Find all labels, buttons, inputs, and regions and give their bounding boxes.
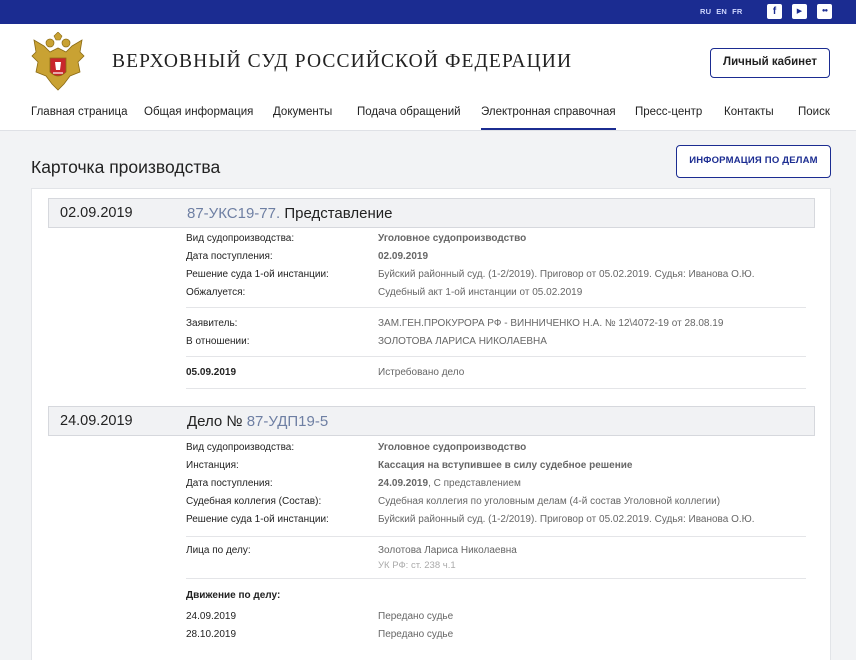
page-title: Карточка производства: [31, 157, 221, 177]
facebook-icon[interactable]: f: [767, 4, 782, 19]
field-row: Инстанция: Кассация на вступившее в силу…: [186, 460, 806, 476]
field-label: Инстанция:: [186, 460, 239, 471]
field-row: Судебная коллегия (Состав): Судебная кол…: [186, 496, 806, 512]
party-row: Заявитель: ЗАМ.ГЕН.ПРОКУРОРА РФ - ВИННИЧ…: [186, 318, 806, 334]
youtube-icon[interactable]: ▶: [792, 4, 807, 19]
field-label: Обжалуется:: [186, 287, 246, 298]
nav-search[interactable]: Поиск: [798, 106, 830, 118]
field-label: Решение суда 1-ой инстанции:: [186, 269, 329, 280]
case-info-button[interactable]: ИНФОРМАЦИЯ ПО ДЕЛАМ: [676, 145, 831, 178]
party-row: В отношении: ЗОЛОТОВА ЛАРИСА НИКОЛАЕВНА: [186, 336, 806, 352]
main-nav: Главная страница Общая информация Докуме…: [0, 106, 856, 131]
nav-contacts[interactable]: Контакты: [724, 106, 774, 118]
nav-general-info[interactable]: Общая информация: [144, 106, 253, 118]
case-kind: Представление: [280, 205, 393, 222]
field-row: Дата поступления: 24.09.2019, С представ…: [186, 478, 806, 494]
nav-documents[interactable]: Документы: [273, 106, 332, 118]
coat-of-arms-icon[interactable]: [30, 32, 86, 94]
site-header: ВЕРХОВНЫЙ СУД РОССИЙСКОЙ ФЕДЕРАЦИИ Личны…: [0, 24, 856, 131]
movement-date: 24.09.2019: [186, 611, 237, 622]
field-value: Буйский районный суд. (1-2/2019). Пригов…: [378, 269, 755, 280]
top-bar: RU EN FR f ▶ ●●: [0, 0, 856, 24]
field-value: Буйский районный суд. (1-2/2019). Пригов…: [378, 514, 755, 525]
event-row: 05.09.2019 Истребовано дело: [186, 367, 806, 383]
movement-header: Движение по делу:: [186, 590, 806, 606]
case-header: 24.09.2019 Дело № 87-УДП19-5: [48, 406, 815, 436]
person-row: Лица по делу: Золотова Лариса Николаевна: [186, 545, 806, 561]
movement-status: Передано судье: [378, 629, 454, 640]
proceedings-card: 02.09.2019 87-УКС19-77. Представление Ви…: [31, 188, 831, 660]
personal-cabinet-button[interactable]: Личный кабинет: [710, 48, 830, 78]
movement-row: 28.10.2019 Передано судье: [186, 629, 806, 645]
party-label: В отношении:: [186, 336, 250, 347]
nav-press-center[interactable]: Пресс-центр: [635, 106, 702, 118]
field-label: Судебная коллегия (Состав):: [186, 496, 322, 507]
flickr-icon[interactable]: ●●: [817, 4, 832, 19]
movement-date: 28.10.2019: [186, 629, 237, 640]
field-row: Обжалуется: Судебный акт 1-ой инстанции …: [186, 287, 806, 303]
case-date: 02.09.2019: [60, 205, 133, 221]
case-title: 87-УКС19-77. Представление: [187, 205, 392, 222]
divider: [186, 578, 806, 579]
divider: [186, 356, 806, 357]
language-switcher: RU EN FR: [700, 7, 742, 16]
field-label: Дата поступления:: [186, 478, 273, 489]
field-label: Вид судопроизводства:: [186, 442, 295, 453]
case-date: 24.09.2019: [60, 413, 133, 429]
lang-ru[interactable]: RU: [700, 7, 711, 16]
field-value: Судебная коллегия по уголовным делам (4-…: [378, 496, 721, 507]
field-row: Вид судопроизводства: Уголовное судопрои…: [186, 442, 806, 458]
case-prefix: Дело №: [187, 413, 247, 430]
field-row: Вид судопроизводства: Уголовное судопрои…: [186, 233, 806, 249]
field-value: Судебный акт 1-ой инстанции от 05.02.201…: [378, 287, 583, 298]
case-number-link[interactable]: 87-УДП19-5: [247, 413, 329, 430]
receipt-date: 24.09.2019: [378, 478, 429, 489]
lang-en[interactable]: EN: [716, 7, 727, 16]
field-label: Вид судопроизводства:: [186, 233, 295, 244]
field-row: Решение суда 1-ой инстанции: Буйский рай…: [186, 514, 806, 530]
lang-fr[interactable]: FR: [732, 7, 742, 16]
movement-row: 24.09.2019 Передано судье: [186, 611, 806, 627]
field-row: Дата поступления: 02.09.2019: [186, 251, 806, 267]
case-number-link[interactable]: 87-УКС19-77.: [187, 205, 280, 222]
field-value: Кассация на вступившее в силу судебное р…: [378, 460, 633, 471]
party-value: ЗОЛОТОВА ЛАРИСА НИКОЛАЕВНА: [378, 336, 547, 347]
field-value: 02.09.2019: [378, 251, 429, 262]
movement-label: Движение по делу:: [186, 590, 281, 601]
divider: [186, 307, 806, 308]
event-date: 05.09.2019: [186, 367, 237, 378]
nav-appeals[interactable]: Подача обращений: [357, 106, 461, 118]
case-header: 02.09.2019 87-УКС19-77. Представление: [48, 198, 815, 228]
person-article-row: УК РФ: ст. 238 ч.1: [186, 560, 806, 576]
persons-label: Лица по делу:: [186, 545, 251, 556]
person-article: УК РФ: ст. 238 ч.1: [378, 560, 456, 571]
divider: [186, 388, 806, 389]
event-status: Истребовано дело: [378, 367, 465, 378]
field-value: 24.09.2019, С представлением: [378, 478, 521, 489]
field-label: Решение суда 1-ой инстанции:: [186, 514, 329, 525]
nav-home[interactable]: Главная страница: [31, 106, 128, 118]
party-label: Заявитель:: [186, 318, 238, 329]
nav-e-reference[interactable]: Электронная справочная: [481, 106, 616, 130]
field-row: Решение суда 1-ой инстанции: Буйский рай…: [186, 269, 806, 285]
person-name: Золотова Лариса Николаевна: [378, 545, 517, 556]
field-value: Уголовное судопроизводство: [378, 233, 527, 244]
divider: [186, 536, 806, 537]
field-value: Уголовное судопроизводство: [378, 442, 527, 453]
receipt-note: , С представлением: [428, 478, 521, 489]
party-value: ЗАМ.ГЕН.ПРОКУРОРА РФ - ВИННИЧЕНКО Н.А. №…: [378, 318, 724, 329]
movement-status: Передано судье: [378, 611, 454, 622]
field-label: Дата поступления:: [186, 251, 273, 262]
site-title[interactable]: ВЕРХОВНЫЙ СУД РОССИЙСКОЙ ФЕДЕРАЦИИ: [112, 51, 572, 73]
case-title: Дело № 87-УДП19-5: [187, 413, 328, 430]
